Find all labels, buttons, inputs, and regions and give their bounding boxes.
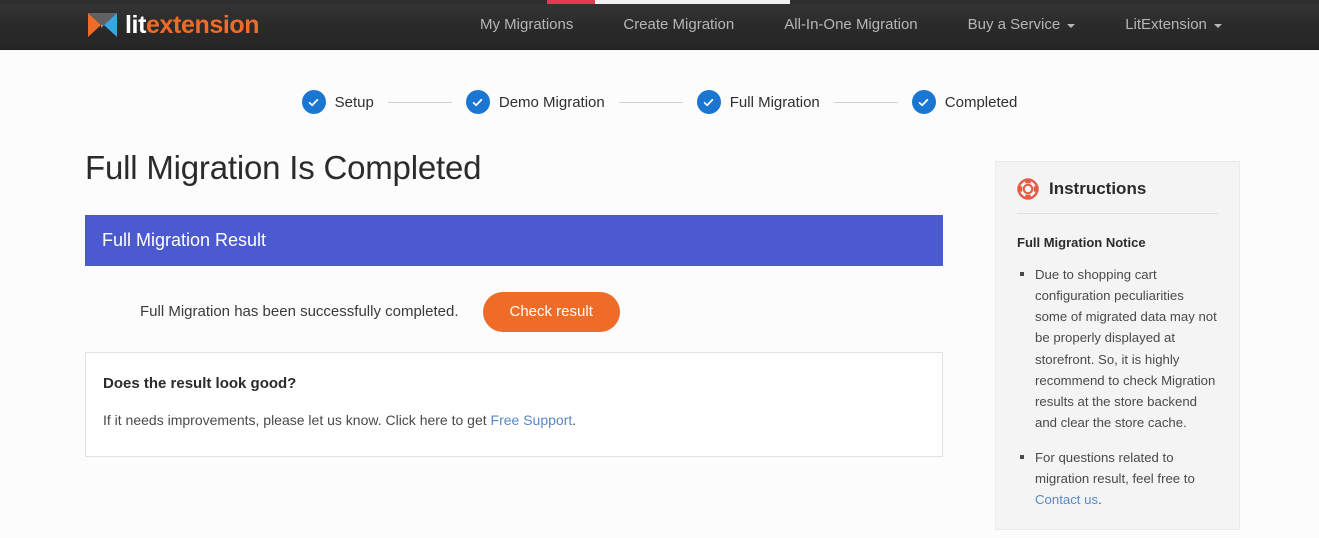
- stepper-connector: [618, 101, 683, 103]
- stepper-step-label: Setup: [334, 93, 374, 111]
- stepper-step-completed[interactable]: Completed: [911, 90, 1018, 114]
- chevron-down-icon: [1067, 24, 1076, 28]
- chevron-down-icon: [1213, 24, 1222, 28]
- contact-us-link[interactable]: Contact us: [1035, 492, 1098, 507]
- instructions-notice-item: Due to shopping cart configuration pecul…: [1017, 264, 1218, 433]
- migration-progress-stepper: Setup Demo Migration Full Migration Comp…: [0, 90, 1319, 114]
- main-content: Full Migration Is Completed Full Migrati…: [85, 148, 943, 332]
- stepper-step-setup[interactable]: Setup: [301, 90, 374, 114]
- step-status-icon-completed: [911, 90, 936, 114]
- result-success-message: Full Migration has been successfully com…: [140, 303, 459, 321]
- step-status-icon-completed: [465, 90, 490, 114]
- check-result-button[interactable]: Check result: [482, 291, 620, 332]
- nav-item-my-migrations[interactable]: My Migrations: [455, 0, 598, 50]
- stepper-step-label: Demo Migration: [498, 93, 605, 111]
- step-status-icon-completed: [696, 90, 721, 114]
- instructions-notice-item: For questions related to migration resul…: [1017, 447, 1218, 510]
- nav-item-label: My Migrations: [480, 16, 574, 33]
- site-logo[interactable]: litextension: [88, 8, 260, 42]
- notice-text: Due to shopping cart configuration pecul…: [1035, 267, 1217, 430]
- notice-text-after: .: [1098, 492, 1102, 508]
- nav-item-all-in-one-migration[interactable]: All-In-One Migration: [759, 0, 942, 50]
- nav-links: My Migrations Create Migration All-In-On…: [455, 0, 1247, 50]
- loading-bar-active-segment: [547, 0, 595, 4]
- instructions-subtitle: Full Migration Notice: [1017, 235, 1146, 250]
- instructions-notice-list: Due to shopping cart configuration pecul…: [1017, 264, 1218, 510]
- page-loading-bar: [0, 0, 1319, 4]
- nav-item-label: LitExtension: [1125, 16, 1207, 33]
- step-status-icon-completed: [301, 90, 326, 114]
- full-migration-result-panel: Full Migration Result Full Migration has…: [85, 214, 943, 332]
- result-panel-body: Full Migration has been successfully com…: [85, 266, 943, 332]
- feedback-text: If it needs improvements, please let us …: [103, 410, 925, 431]
- instructions-header: Instructions: [1017, 178, 1218, 214]
- litextension-bowtie-icon: [88, 13, 117, 37]
- stepper-step-full-migration[interactable]: Full Migration: [696, 90, 820, 114]
- loading-bar-trail-segment: [595, 0, 790, 4]
- stepper-step-label: Completed: [944, 93, 1018, 111]
- nav-item-label: All-In-One Migration: [784, 16, 918, 33]
- free-support-link[interactable]: Free Support: [491, 412, 573, 428]
- logo-text-primary: lit: [125, 11, 147, 39]
- logo-text-secondary: extension: [146, 11, 260, 39]
- instructions-sidebar: Instructions Full Migration Notice Due t…: [995, 161, 1240, 530]
- check-icon: [703, 98, 714, 106]
- nav-item-create-migration[interactable]: Create Migration: [598, 0, 759, 50]
- nav-item-buy-a-service[interactable]: Buy a Service: [943, 0, 1101, 50]
- notice-text: For questions related to migration resul…: [1035, 450, 1195, 487]
- feedback-text-after: .: [572, 412, 577, 428]
- check-icon: [919, 98, 929, 106]
- result-panel-header: Full Migration Result: [85, 214, 943, 266]
- nav-item-label: Create Migration: [623, 16, 735, 33]
- stepper-connector: [833, 101, 898, 103]
- top-navigation-bar: litextension My Migrations Create Migrat…: [0, 0, 1319, 50]
- stepper-connector: [387, 101, 452, 103]
- check-icon: [308, 98, 319, 106]
- nav-item-label: Buy a Service: [967, 16, 1061, 33]
- lifebuoy-icon: [1017, 178, 1039, 200]
- feedback-box: Does the result look good? If it needs i…: [85, 352, 943, 457]
- page-title: Full Migration Is Completed: [85, 149, 482, 186]
- nav-item-litextension[interactable]: LitExtension: [1100, 0, 1247, 50]
- instructions-title: Instructions: [1049, 179, 1147, 198]
- stepper-step-demo-migration[interactable]: Demo Migration: [465, 90, 605, 114]
- feedback-title: Does the result look good?: [103, 375, 297, 392]
- feedback-text-before: If it needs improvements, please let us …: [103, 412, 491, 428]
- check-icon: [473, 98, 483, 106]
- stepper-step-label: Full Migration: [729, 93, 820, 111]
